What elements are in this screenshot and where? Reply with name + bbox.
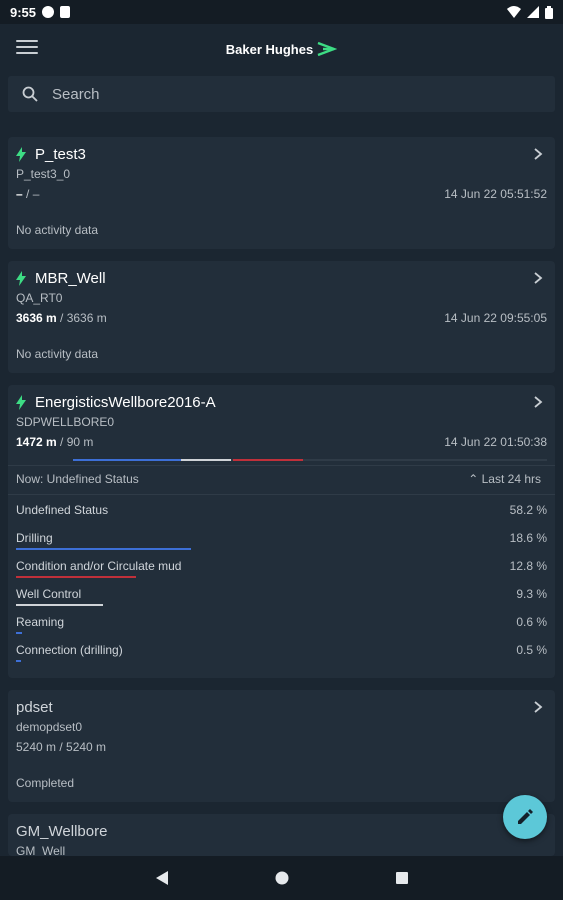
activity-label: Condition and/or Circulate mud xyxy=(16,559,182,573)
system-nav-bar xyxy=(0,856,563,900)
divider xyxy=(8,465,555,466)
recents-button[interactable] xyxy=(372,856,432,900)
card-title: GM_Wellbore xyxy=(16,823,108,840)
brand-logo: Baker Hughes xyxy=(225,41,338,57)
card-subtitle: GM_Well xyxy=(16,844,66,856)
search-bar[interactable] xyxy=(8,76,555,112)
activity-label: Drilling xyxy=(16,531,53,545)
activity-bar xyxy=(16,660,21,662)
card-date: 14 Jun 22 01:50:38 xyxy=(444,435,547,449)
divider xyxy=(8,494,555,495)
card-note: Completed xyxy=(16,776,75,790)
activity-bar xyxy=(16,576,136,578)
pencil-icon xyxy=(518,809,533,824)
activity-label: Reaming xyxy=(16,615,65,629)
brand-name: Baker Hughes xyxy=(225,41,314,57)
depth-current: 3636 m xyxy=(16,311,57,325)
activity-bar xyxy=(16,604,103,606)
card-depth: 5240 m / 5240 m xyxy=(16,740,107,754)
depth-total: / 3636 m xyxy=(56,311,107,325)
card-subtitle: SDPWELLBORE0 xyxy=(16,415,115,429)
activity-percent: 9.3 % xyxy=(516,587,547,601)
wellbore-card-p-test3[interactable]: P_test3 P_test3_0 – / – 14 Jun 22 05:51:… xyxy=(8,137,555,249)
search-icon xyxy=(22,86,38,102)
notification-icon xyxy=(42,6,55,18)
activity-percent: 58.2 % xyxy=(509,503,547,517)
range-toggle[interactable]: ⌃ Last 24 hrs xyxy=(468,472,541,486)
home-circle-icon xyxy=(275,871,289,885)
current-status: Now: Undefined Status xyxy=(16,472,139,486)
back-triangle-icon xyxy=(156,871,168,885)
card-title: P_test3 xyxy=(35,146,86,163)
depth-current: – xyxy=(16,187,23,201)
activity-percent: 18.6 % xyxy=(509,531,547,545)
depth-total: / – xyxy=(22,187,40,201)
activity-label: Well Control xyxy=(16,587,82,601)
card-note: No activity data xyxy=(16,223,99,237)
card-depth: 1472 m / 90 m xyxy=(16,435,93,449)
card-title: EnergisticsWellbore2016-A xyxy=(35,394,216,411)
card-date: 14 Jun 22 09:55:05 xyxy=(444,311,547,325)
depth-total: / 90 m xyxy=(56,435,94,449)
status-time: 9:55 xyxy=(10,4,37,20)
wellbore-card-pdset[interactable]: pdset demopdset0 5240 m / 5240 m Complet… xyxy=(8,690,555,802)
chevron-right-icon[interactable] xyxy=(533,271,543,285)
battery-icon xyxy=(545,5,553,19)
search-input[interactable] xyxy=(52,85,512,103)
timeline-segment-mud xyxy=(233,459,303,461)
card-note: No activity data xyxy=(16,347,99,361)
activity-bar xyxy=(16,632,22,634)
card-date: 14 Jun 22 05:51:52 xyxy=(444,187,547,201)
status-bar: 9:55 xyxy=(0,0,563,24)
back-button[interactable] xyxy=(132,856,192,900)
active-bolt-icon xyxy=(16,147,26,162)
activity-percent: 0.5 % xyxy=(516,643,547,657)
card-subtitle: demopdset0 xyxy=(16,720,83,734)
chevron-right-icon[interactable] xyxy=(533,395,543,409)
depth-current: 1472 m xyxy=(16,435,57,449)
chevron-right-icon[interactable] xyxy=(533,700,543,714)
app-bar: Baker Hughes xyxy=(0,24,563,74)
signal-icon xyxy=(527,6,539,18)
card-subtitle: QA_RT0 xyxy=(16,291,63,305)
activity-label: Undefined Status xyxy=(16,503,109,517)
chevron-right-icon[interactable] xyxy=(533,147,543,161)
edit-fab-button[interactable] xyxy=(503,795,547,839)
activity-label: Connection (drilling) xyxy=(16,643,123,657)
card-depth: – / – xyxy=(16,187,39,201)
card-subtitle: P_test3_0 xyxy=(16,167,71,181)
active-bolt-icon xyxy=(16,271,26,286)
activity-percent: 12.8 % xyxy=(509,559,547,573)
home-button[interactable] xyxy=(252,856,312,900)
activity-percent: 0.6 % xyxy=(516,615,547,629)
timeline-segment-drilling xyxy=(73,459,181,461)
card-depth: 3636 m / 3636 m xyxy=(16,311,107,325)
menu-icon[interactable] xyxy=(16,40,38,58)
wifi-icon xyxy=(507,6,521,18)
wellbore-card-gm-wellbore[interactable]: GM_Wellbore GM_Well xyxy=(8,814,555,856)
card-title: pdset xyxy=(16,699,53,716)
activity-bar xyxy=(16,548,191,550)
active-bolt-icon xyxy=(16,395,26,410)
recents-square-icon xyxy=(396,872,408,884)
activity-timeline xyxy=(73,459,547,461)
card-title: MBR_Well xyxy=(35,270,106,287)
brand-chevron-icon xyxy=(317,41,338,57)
timeline-segment-well-control xyxy=(181,459,231,461)
wellbore-card-mbr-well[interactable]: MBR_Well QA_RT0 3636 m / 3636 m 14 Jun 2… xyxy=(8,261,555,373)
sim-icon xyxy=(60,6,71,18)
wellbore-card-energistics[interactable]: EnergisticsWellbore2016-A SDPWELLBORE0 1… xyxy=(8,385,555,678)
